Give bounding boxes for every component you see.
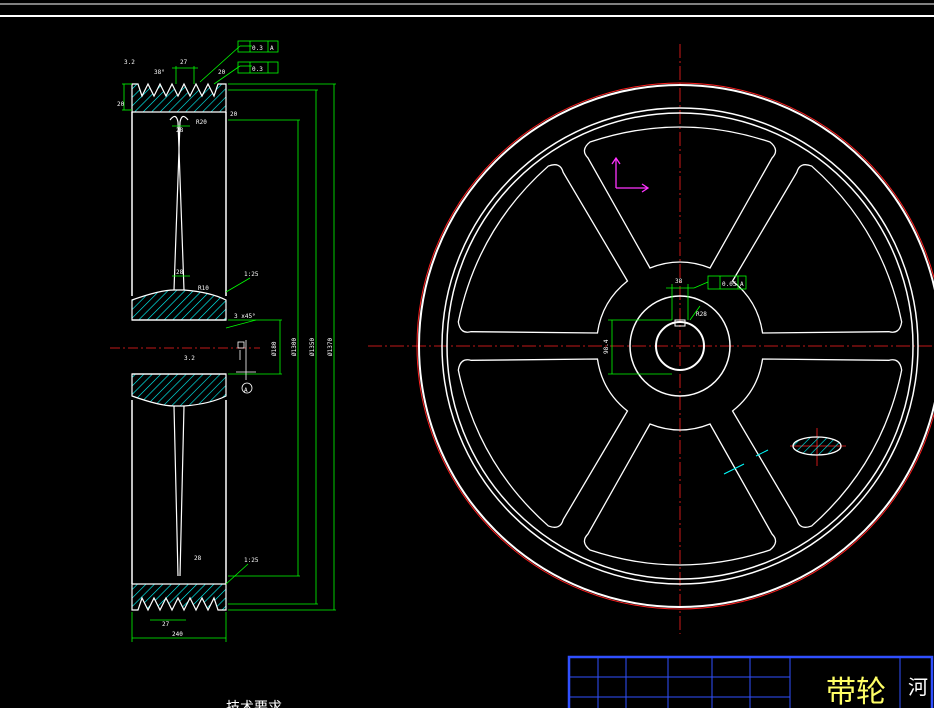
cad-drawing: 3.2 38° 27 20 0.3 A 0.3 20 28 R20 20 28 …	[0, 3, 934, 708]
keyway-label: 3.2	[184, 355, 195, 362]
requirements-title: 技术要求	[226, 700, 282, 708]
hub-bottom	[131, 373, 227, 407]
sheet-border	[0, 3, 934, 17]
ellipse-hole	[790, 428, 846, 466]
hub-top	[131, 289, 227, 321]
drawing-title: 带轮	[826, 675, 886, 708]
groove-pitch-label: 27	[180, 59, 188, 66]
organization-label: 河	[908, 675, 928, 699]
datum-triangle-icon	[236, 340, 256, 394]
bottom-hub-mark-label: 28	[194, 555, 202, 562]
rim-bottom-grooves	[131, 583, 227, 612]
bore-dim-label: 98.4	[603, 339, 610, 354]
dia-outer-label: Ø1370	[327, 338, 334, 356]
dia-bore-label: Ø180	[271, 341, 278, 356]
datum-letter: A	[244, 387, 248, 394]
bottom-width-label: 240	[172, 631, 183, 638]
title-block: 带轮 河	[567, 655, 934, 708]
runout-bottom-label: 0.3	[252, 66, 263, 73]
web-chamfer-label: R20	[196, 119, 207, 126]
ucs-axes-icon	[611, 156, 650, 193]
rim-edge-left-label: 20	[117, 101, 125, 108]
hub-tolerance-label: 0.05	[722, 281, 737, 288]
rim-top-grooves	[131, 82, 227, 113]
runout-ref-label: A	[270, 45, 274, 52]
bore-fit-label: 3 x45°	[234, 313, 256, 320]
runout-top-label: 0.3	[252, 45, 263, 52]
hub-callout-label: 38	[675, 278, 683, 285]
dia-hub-label: Ø1300	[291, 338, 298, 356]
hub-chamfer-label: 1:25	[244, 271, 259, 278]
web-thickness-label: 28	[176, 127, 184, 134]
hub-radius-label: R10	[198, 285, 209, 292]
roughness-label: 3.2	[124, 59, 135, 66]
dia-rim-label: Ø1350	[309, 338, 316, 356]
hub-ref-label: A	[740, 281, 744, 288]
section-view: 3.2 38° 27 20 0.3 A 0.3 20 28 R20 20 28 …	[110, 40, 336, 708]
groove-angle-label: 38°	[154, 69, 165, 76]
rim-edge-label: 20	[230, 111, 238, 118]
key-dim-label: R28	[696, 311, 707, 318]
hub-mark-label: 28	[176, 269, 184, 276]
groove-edge-label: 20	[218, 69, 226, 76]
bottom-pitch-label: 27	[162, 621, 170, 628]
front-view: 38 0.05 A R28 98.4	[368, 44, 934, 634]
bottom-chamfer-label: 1:25	[244, 557, 259, 564]
